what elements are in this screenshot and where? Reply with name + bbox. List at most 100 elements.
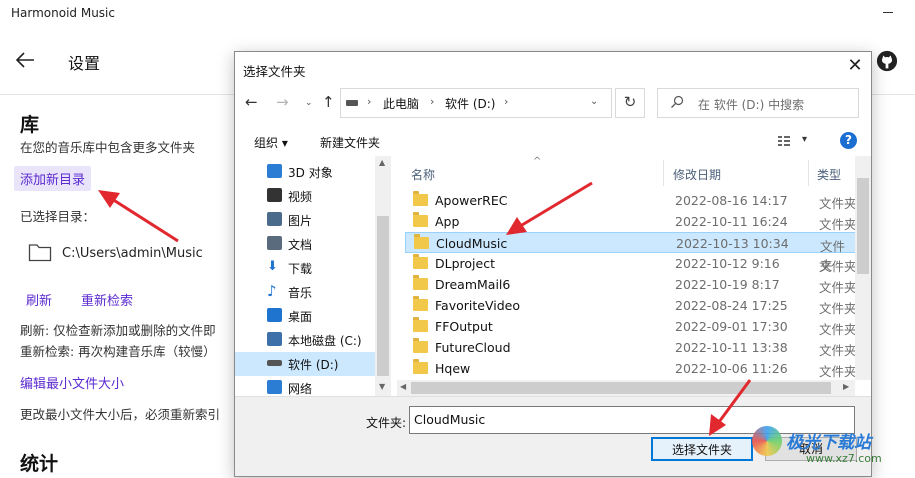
chevron-right-icon[interactable]: › bbox=[504, 95, 508, 108]
column-header-name[interactable]: 名称 bbox=[411, 166, 435, 183]
file-row[interactable]: Hqew 2022-10-06 11:26 文件夹 bbox=[405, 358, 857, 379]
desktop-icon bbox=[267, 308, 282, 322]
github-icon[interactable] bbox=[876, 50, 898, 72]
file-row[interactable]: ApowerREC 2022-08-16 14:17 文件夹 bbox=[405, 190, 857, 211]
tree-item-label: 桌面 bbox=[288, 310, 313, 324]
new-folder-button[interactable]: 新建文件夹 bbox=[320, 134, 380, 151]
video-icon bbox=[267, 188, 282, 202]
navigation-tree: 3D 对象 视频 图片 文档 ⬇ 下载 ♪ 音乐 桌面 本地磁盘 (C:) 软件 (D:) 网络 bbox=[235, 156, 391, 396]
sort-ascending-icon: ^ bbox=[533, 156, 542, 167]
rescan-description: 重新检索: 再次构建音乐库（较慢） bbox=[20, 344, 216, 359]
list-vertical-thumb[interactable] bbox=[857, 178, 869, 274]
forward-icon[interactable]: → bbox=[276, 93, 289, 111]
folder-icon bbox=[413, 254, 428, 269]
file-row[interactable]: FFOutput 2022-09-01 17:30 文件夹 bbox=[405, 316, 857, 337]
column-separator[interactable] bbox=[808, 160, 809, 186]
back-arrow-icon[interactable] bbox=[14, 50, 36, 70]
scroll-up-icon[interactable]: ▲ bbox=[379, 158, 385, 167]
watermark-text: 极光下载站 bbox=[786, 433, 871, 453]
scroll-right-icon[interactable]: ▶ bbox=[843, 382, 849, 391]
annotation-arrow-add-dir bbox=[98, 190, 179, 243]
file-date: 2022-08-16 14:17 bbox=[675, 193, 788, 208]
organize-button[interactable]: 组织 ▾ bbox=[254, 134, 288, 151]
folder-icon bbox=[413, 338, 428, 353]
file-row[interactable]: App 2022-10-11 16:24 文件夹 bbox=[405, 211, 857, 232]
file-name: FFOutput bbox=[435, 319, 493, 334]
tree-item[interactable]: 文档 bbox=[235, 232, 375, 256]
folder-outline-icon bbox=[28, 244, 52, 262]
help-icon[interactable]: ? bbox=[840, 132, 857, 149]
tree-item[interactable]: ♪ 音乐 bbox=[235, 280, 375, 304]
network-icon bbox=[267, 380, 282, 394]
column-header-type[interactable]: 类型 bbox=[817, 166, 841, 183]
back-icon[interactable]: ← bbox=[245, 93, 258, 111]
file-type: 文件夹 bbox=[819, 301, 857, 316]
file-row[interactable]: FavoriteVideo 2022-08-24 17:25 文件夹 bbox=[405, 295, 857, 316]
recent-locations-icon[interactable]: ⌄ bbox=[305, 98, 313, 108]
column-header-date[interactable]: 修改日期 bbox=[673, 166, 721, 183]
file-row[interactable]: DLproject 2022-10-12 9:16 文件夹 bbox=[405, 253, 857, 274]
file-date: 2022-10-12 9:16 bbox=[675, 256, 780, 271]
file-name: FavoriteVideo bbox=[435, 298, 520, 313]
file-type: 文件夹 bbox=[819, 217, 857, 232]
tree-item[interactable]: ⬇ 下载 bbox=[235, 256, 375, 280]
search-input[interactable]: 在 软件 (D:) 中搜索 bbox=[657, 88, 859, 118]
page-title: 设置 bbox=[68, 54, 101, 73]
app-title: Harmonoid Music bbox=[11, 6, 115, 20]
scroll-left-icon[interactable]: ◀ bbox=[400, 382, 406, 391]
column-separator[interactable] bbox=[663, 160, 664, 186]
tree-item[interactable]: 桌面 bbox=[235, 304, 375, 328]
library-description: 在您的音乐库中包含更多文件夹 bbox=[20, 140, 196, 155]
tree-item[interactable]: 本地磁盘 (C:) bbox=[235, 328, 375, 352]
refresh-icon[interactable]: ↻ bbox=[615, 88, 645, 118]
tree-item[interactable]: 3D 对象 bbox=[235, 160, 375, 184]
folder-icon bbox=[413, 359, 428, 374]
rescan-button[interactable]: 重新检索 bbox=[81, 290, 133, 309]
tree-item[interactable]: 视频 bbox=[235, 184, 375, 208]
tree-item-label: 软件 (D:) bbox=[288, 358, 339, 372]
watermark-logo-icon bbox=[752, 426, 782, 456]
scroll-down-icon[interactable]: ▼ bbox=[379, 382, 385, 391]
file-row[interactable]: CloudMusic 2022-10-13 10:34 文件夹 bbox=[405, 232, 857, 273]
list-horizontal-thumb[interactable] bbox=[411, 382, 831, 394]
edit-min-size-button[interactable]: 编辑最小文件大小 bbox=[20, 373, 124, 392]
address-bar[interactable]: › 此电脑 › 软件 (D:) › ⌄ bbox=[340, 88, 612, 118]
folder-icon bbox=[413, 191, 428, 206]
chevron-down-icon[interactable]: ▾ bbox=[802, 134, 807, 145]
dialog-title: 选择文件夹 bbox=[243, 64, 306, 79]
search-placeholder: 在 软件 (D:) 中搜索 bbox=[698, 98, 805, 112]
tree-item[interactable]: 软件 (D:) bbox=[235, 352, 375, 376]
breadcrumb-drive-d[interactable]: 软件 (D:) bbox=[445, 95, 495, 112]
folder-icon bbox=[413, 317, 428, 332]
refresh-button[interactable]: 刷新 bbox=[26, 290, 52, 309]
file-name: App bbox=[435, 214, 460, 229]
directory-path: C:\Users\admin\Music bbox=[62, 246, 203, 261]
minimize-button[interactable] bbox=[883, 12, 893, 13]
tree-item-label: 文档 bbox=[288, 238, 313, 252]
close-icon[interactable]: ✕ bbox=[845, 56, 865, 76]
file-type: 文件夹 bbox=[819, 280, 857, 295]
file-name: DLproject bbox=[435, 256, 495, 271]
tree-item-label: 视频 bbox=[288, 190, 313, 204]
add-directory-button[interactable]: 添加新目录 bbox=[14, 166, 92, 191]
chevron-down-icon[interactable]: ⌄ bbox=[590, 96, 598, 107]
pictures-icon bbox=[267, 212, 282, 226]
file-type: 文件夹 bbox=[819, 364, 857, 379]
tree-scroll-thumb[interactable] bbox=[377, 216, 389, 376]
chevron-right-icon[interactable]: › bbox=[367, 95, 371, 108]
file-row[interactable]: DreamMail6 2022-10-19 8:17 文件夹 bbox=[405, 274, 857, 295]
file-row[interactable]: FutureCloud 2022-10-11 13:38 文件夹 bbox=[405, 337, 857, 358]
breadcrumb-this-pc[interactable]: 此电脑 bbox=[383, 95, 419, 112]
folder-icon bbox=[414, 234, 429, 249]
select-folder-button[interactable]: 选择文件夹 bbox=[651, 437, 753, 461]
view-options-icon[interactable] bbox=[777, 134, 791, 148]
tree-item-label: 下载 bbox=[288, 262, 313, 276]
file-name: ApowerREC bbox=[435, 193, 508, 208]
up-icon[interactable]: ↑ bbox=[322, 93, 335, 111]
file-date: 2022-09-01 17:30 bbox=[675, 319, 788, 334]
tree-item-label: 本地磁盘 (C:) bbox=[288, 334, 362, 348]
file-type: 文件夹 bbox=[819, 196, 857, 211]
chevron-right-icon[interactable]: › bbox=[430, 95, 434, 108]
file-date: 2022-10-11 13:38 bbox=[675, 340, 788, 355]
tree-item[interactable]: 图片 bbox=[235, 208, 375, 232]
